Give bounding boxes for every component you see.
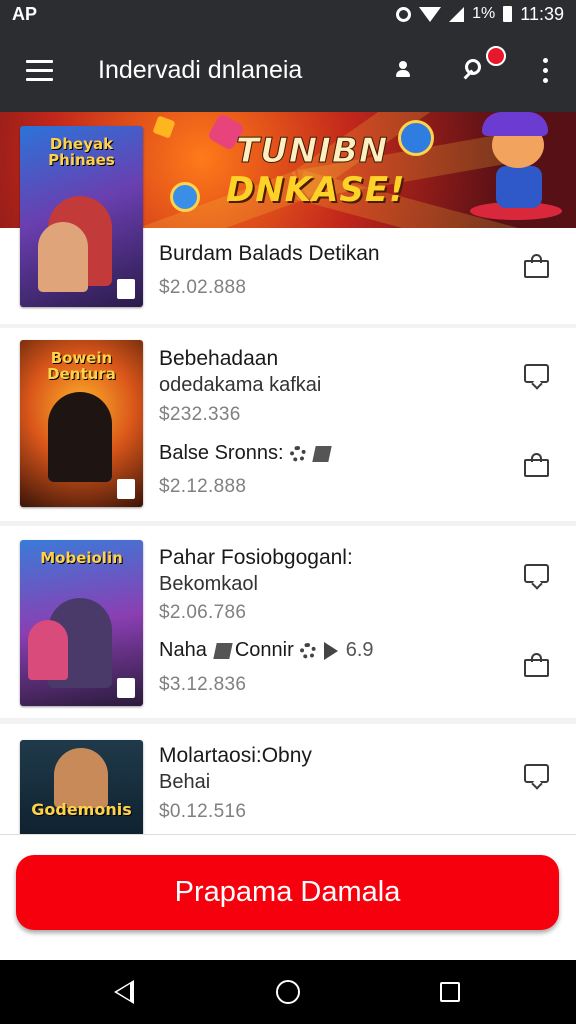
product-price: $2.06.786	[159, 602, 247, 623]
product-title: Pahar Fosiobgoganl:	[159, 546, 353, 569]
person-icon	[394, 61, 412, 79]
decor-orb	[170, 182, 200, 212]
search-user-icon	[461, 57, 487, 83]
product-title: Molartaosi:Obny	[159, 744, 312, 767]
more-vert-icon	[542, 57, 548, 83]
notification-badge	[486, 46, 506, 66]
chat-icon[interactable]	[524, 764, 549, 790]
variant-price: $3.12.836	[159, 674, 247, 695]
shopping-bag-icon[interactable]	[524, 453, 549, 477]
game-cover[interactable]: Bowein Dentura	[20, 340, 143, 507]
recents-icon[interactable]	[440, 982, 460, 1002]
shopping-bag-icon[interactable]	[524, 254, 549, 278]
chat-icon[interactable]	[524, 364, 549, 390]
primary-cta-button[interactable]: Prapama Damala	[16, 855, 559, 930]
alarm-icon	[396, 6, 412, 22]
tag-icon	[311, 445, 332, 462]
decor-orb	[152, 115, 176, 139]
mascot-illustration	[470, 110, 570, 230]
cover-title: Godemonis	[31, 800, 132, 819]
product-price: $2.02.888	[159, 277, 247, 298]
battery-icon	[503, 6, 513, 22]
rating-badge	[117, 479, 135, 499]
product-price: $232.336	[159, 404, 241, 425]
checkout-panel: Prapama Damala	[0, 834, 576, 960]
shopping-bag-icon[interactable]	[524, 653, 549, 677]
variant-title: Naha Connir 6.9	[159, 639, 374, 661]
wifi-icon	[419, 6, 442, 22]
variant-title: Balse Sronns:	[159, 442, 332, 465]
search-user-button[interactable]	[434, 28, 514, 112]
menu-icon[interactable]	[0, 28, 78, 112]
home-icon[interactable]	[276, 980, 300, 1004]
game-cover[interactable]: Dheyak Phinaes	[20, 126, 143, 307]
signal-icon	[449, 6, 465, 22]
list-item[interactable]: Molartaosi:Obny Behai $0.12.516 Godemoni…	[0, 724, 576, 834]
rating-badge	[117, 678, 135, 698]
gear-icon	[299, 642, 316, 659]
product-subtitle: Behai	[159, 771, 211, 793]
product-subtitle: odedakama kafkai	[159, 374, 322, 396]
product-price: $0.12.516	[159, 801, 247, 822]
page-title: Indervadi dnlaneia	[98, 55, 303, 84]
gear-icon	[289, 445, 306, 462]
status-icons: 1% 11:39	[396, 4, 564, 25]
game-cover[interactable]: Mobeiolin	[20, 540, 143, 706]
cover-title: Bowein Dentura	[47, 349, 116, 383]
banner-headline-2: DNKASE!	[226, 170, 406, 210]
chat-icon[interactable]	[524, 564, 549, 590]
more-options-button[interactable]	[514, 28, 576, 112]
clock: 11:39	[520, 3, 564, 24]
account-button[interactable]	[372, 28, 434, 112]
back-icon[interactable]	[114, 980, 134, 1004]
game-cover[interactable]: Godemonis	[20, 740, 143, 834]
list-item[interactable]: Bebehadaan odedakama kafkai $232.336 Bal…	[0, 328, 576, 521]
status-bar: AP 1% 11:39	[0, 0, 576, 28]
system-nav-bar	[0, 960, 576, 1024]
cover-title: Dheyak Phinaes	[48, 135, 115, 169]
variant-price: $2.12.888	[159, 476, 247, 497]
arrow-icon	[323, 641, 338, 660]
product-title: Bebehadaan	[159, 347, 279, 370]
rating-badge	[117, 279, 135, 299]
product-title: Burdam Balads Detikan	[159, 242, 380, 265]
decor-orb	[398, 120, 434, 156]
product-subtitle: Bekomkaol	[159, 573, 258, 595]
battery-percent: 1%	[472, 5, 496, 22]
cover-title: Mobeiolin	[40, 549, 123, 567]
banner-headline-1: TUNIBN	[235, 131, 389, 172]
tag-icon	[213, 642, 233, 659]
list-item[interactable]: Pahar Fosiobgoganl: Bekomkaol $2.06.786 …	[0, 526, 576, 718]
app-bar: Indervadi dnlaneia	[0, 28, 576, 112]
carrier-label: AP	[12, 3, 38, 24]
